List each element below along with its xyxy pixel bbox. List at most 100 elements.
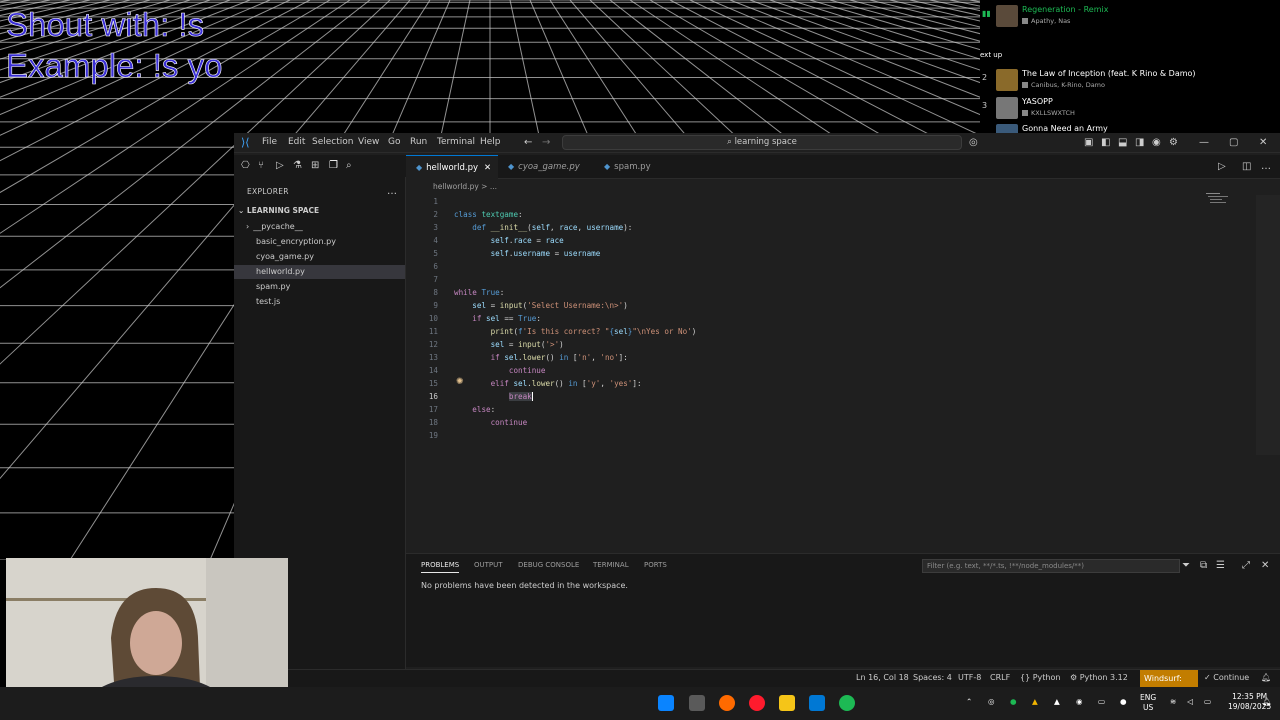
file-pycache[interactable]: › __pycache__ [234, 220, 405, 234]
discord-icon[interactable]: ◉ [1076, 697, 1083, 706]
maximize-panel-icon[interactable]: ⤢ [1242, 561, 1250, 571]
forward-arrow-icon[interactable]: → [542, 138, 550, 148]
close-panel-icon[interactable]: ✕ [1261, 561, 1269, 571]
collapse-all-icon[interactable]: ⧉ [1200, 561, 1207, 571]
run-debug-icon[interactable]: ▷ [276, 161, 284, 171]
notification-center-icon[interactable]: 🔔︎ [1262, 697, 1272, 706]
menu-edit[interactable]: Edit [288, 137, 305, 147]
tab-cyoa-game[interactable]: ◆ cyoa_game.py [498, 155, 594, 179]
menu-go[interactable]: Go [388, 137, 400, 147]
problems-filter-input[interactable]: Filter (e.g. text, **/*.ts, !**/node_mod… [922, 559, 1180, 573]
windows-start-icon[interactable] [658, 695, 674, 711]
activity-bar: ⎔ ⑂ ▷ ⚗ ⊞ ❐ ⌕ [234, 155, 406, 177]
accounts-icon[interactable]: ◉ [1152, 138, 1161, 148]
tab-debug-console[interactable]: DEBUG CONSOLE [518, 561, 579, 569]
notifications-icon[interactable]: 🔔︎ [1261, 673, 1271, 682]
python-icon: ◆ [604, 162, 611, 171]
close-icon[interactable]: ✕ [1259, 138, 1267, 148]
continue-status[interactable]: ✓ Continue [1204, 673, 1249, 682]
explorer-icon[interactable]: ❐ [329, 161, 338, 171]
source-control-icon[interactable]: ⑂ [258, 161, 264, 171]
tab-output[interactable]: OUTPUT [474, 561, 503, 569]
tab-terminal[interactable]: TERMINAL [593, 561, 629, 569]
menu-file[interactable]: File [262, 137, 277, 147]
tab-hellworld[interactable]: ◆ hellworld.py ✕ [406, 155, 498, 179]
code-editor[interactable]: 1 2 3 4 5 6 7 8 9 10 11 12 13 14 15 16 1… [406, 191, 1280, 551]
windsurf-status[interactable]: Windsurf: {...} [1140, 670, 1198, 687]
gear-icon[interactable]: ⚙ [1169, 138, 1178, 148]
search-icon[interactable]: ⌕ [346, 161, 352, 171]
run-python-icon[interactable]: ▷ [1218, 162, 1226, 172]
editor-scrollbar[interactable] [1256, 195, 1280, 455]
vscode-window: ⟩⟨ File Edit Selection View Go Run Termi… [234, 133, 1280, 687]
file-basic-encryption[interactable]: basic_encryption.py [234, 235, 405, 249]
copilot-icon[interactable]: ◎ [969, 138, 978, 148]
python-interpreter[interactable]: ⚙ Python 3.12 [1070, 673, 1128, 682]
desktop: Shout with: !s Example: !s yo ▮▮ Regener… [0, 0, 1280, 720]
wifi-icon[interactable]: ≋ [1170, 697, 1176, 706]
explicit-icon [1022, 82, 1028, 88]
extensions-icon[interactable]: ⊞ [311, 161, 319, 171]
file-test-js[interactable]: test.js [234, 295, 405, 309]
more-actions-icon[interactable]: … [1261, 162, 1271, 172]
split-editor-icon[interactable]: ◫ [1242, 162, 1251, 172]
testing-icon[interactable]: ⚗ [293, 161, 302, 171]
file-hellworld[interactable]: hellworld.py [234, 265, 405, 279]
project-folder[interactable]: ⌄ LEARNING SPACE [238, 206, 319, 215]
tab-problems[interactable]: PROBLEMS [421, 561, 460, 573]
toggle-panel-icon[interactable]: ⬓ [1118, 138, 1127, 148]
menu-run[interactable]: Run [410, 137, 427, 147]
queue-item[interactable]: 3 YASOPP KXLLSWXTCH [980, 95, 1280, 121]
input-language[interactable]: ENG US [1140, 693, 1156, 713]
more-actions-icon[interactable]: … [387, 187, 397, 197]
file-explorer-icon[interactable] [779, 695, 795, 711]
remote-icon[interactable]: ⎔ [241, 161, 250, 171]
encoding[interactable]: UTF-8 [958, 673, 981, 682]
minimize-icon[interactable]: — [1199, 138, 1209, 148]
toggle-sidebar-icon[interactable]: ◧ [1101, 138, 1110, 148]
vscode-taskbar-icon[interactable] [809, 695, 825, 711]
cursor-position[interactable]: Ln 16, Col 18 [856, 673, 909, 682]
close-tab-icon[interactable]: ✕ [484, 163, 491, 173]
menu-selection[interactable]: Selection [312, 137, 353, 147]
file-spam[interactable]: spam.py [234, 280, 405, 294]
layout-icon[interactable]: ▣ [1084, 138, 1093, 148]
menu-view[interactable]: View [358, 137, 379, 147]
warning-icon[interactable]: ▲ [1032, 697, 1038, 706]
breadcrumb[interactable]: hellworld.py > ... [433, 182, 497, 191]
volume-icon[interactable]: ◁ [1187, 697, 1193, 706]
spotify-tray-icon[interactable]: ● [1010, 697, 1017, 706]
steam-icon[interactable]: ◎ [988, 697, 995, 706]
toggle-secondary-sidebar-icon[interactable]: ◨ [1135, 138, 1144, 148]
calculator-icon[interactable] [689, 695, 705, 711]
tab-ports[interactable]: PORTS [644, 561, 667, 569]
menu-help[interactable]: Help [480, 137, 501, 147]
album-art [996, 5, 1018, 27]
alert-icon[interactable]: ▲ [1054, 697, 1060, 706]
back-arrow-icon[interactable]: ← [524, 138, 532, 148]
filter-icon[interactable]: ⏷ [1182, 561, 1190, 571]
language-mode[interactable]: {} Python [1020, 673, 1060, 682]
menu-terminal[interactable]: Terminal [437, 137, 475, 147]
command-center-search[interactable]: ⌕ learning space [562, 135, 962, 150]
line-ending[interactable]: CRLF [990, 673, 1010, 682]
now-playing[interactable]: ▮▮ Regeneration - Remix Apathy, Nas [980, 3, 1280, 29]
vscode-logo-icon: ⟩⟨ [241, 136, 250, 149]
tab-spam[interactable]: ◆ spam.py [594, 155, 664, 179]
spotify-icon[interactable] [839, 695, 855, 711]
indentation[interactable]: Spaces: 4 [913, 673, 952, 682]
maximize-icon[interactable]: ▢ [1229, 138, 1238, 148]
microphone-icon[interactable]: ● [1120, 697, 1127, 706]
lightbulb-icon[interactable]: ✺ [456, 377, 464, 387]
chevron-up-icon[interactable]: ⌃ [966, 697, 972, 706]
opera-icon[interactable] [749, 695, 765, 711]
windows-taskbar: ⌃ ◎ ● ▲ ▲ ◉ ▭ ● ENG US ≋ ◁ ▭ 12:35 PM 19/0… [0, 687, 1280, 720]
explicit-icon [1022, 18, 1028, 24]
queue-item[interactable]: 2 The Law of Inception (feat. K Rino & D… [980, 67, 1280, 93]
firefox-icon[interactable] [719, 695, 735, 711]
view-as-list-icon[interactable]: ☰ [1216, 561, 1225, 571]
battery-icon[interactable]: ▭ [1204, 697, 1211, 706]
code-line: while True: [454, 288, 505, 297]
display-icon[interactable]: ▭ [1098, 697, 1105, 706]
file-cyoa-game[interactable]: cyoa_game.py [234, 250, 405, 264]
